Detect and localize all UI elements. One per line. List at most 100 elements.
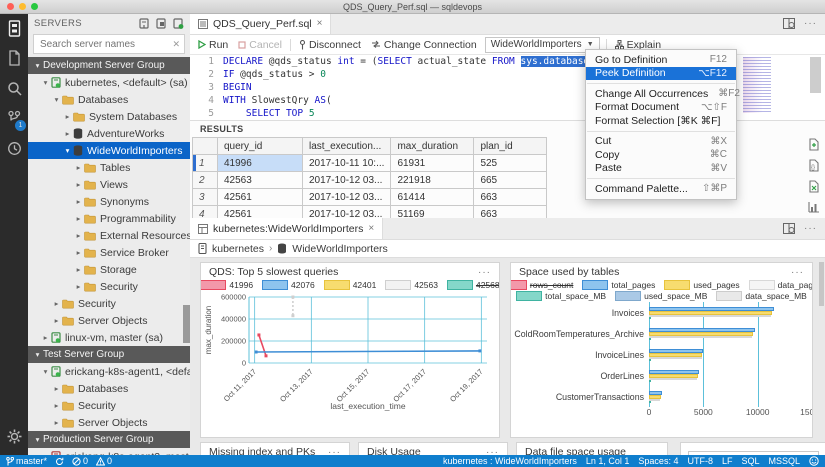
tree-item[interactable]: ▸Synonyms: [28, 193, 190, 210]
menu-item[interactable]: Paste⌘V: [586, 162, 736, 176]
tree-item[interactable]: ▸linux-vm, master (sa): [28, 329, 190, 346]
legend-item[interactable]: used_pages: [664, 280, 739, 290]
sync-status-item[interactable]: [55, 457, 64, 466]
legend-item[interactable]: used_space_MB: [615, 291, 707, 301]
tree-item[interactable]: ▸System Databases: [28, 108, 190, 125]
save-as-excel-icon[interactable]: [808, 180, 820, 193]
database-dropdown[interactable]: WideWorldImporters ▼: [485, 37, 600, 53]
tree-item[interactable]: ▸erickang-k8s-agent2, master (sa): [28, 448, 190, 455]
tree-item[interactable]: ▾kubernetes, <default> (sa): [28, 74, 190, 91]
tree-item[interactable]: ▸Service Broker: [28, 244, 190, 261]
save-as-json-icon[interactable]: {}: [808, 159, 820, 172]
table-row[interactable]: 2425632017-10-12 03...221918665: [193, 172, 547, 189]
smiley-status-item[interactable]: [809, 456, 819, 466]
panel-menu-icon[interactable]: ···: [478, 267, 491, 278]
settings-gear-icon[interactable]: [0, 423, 28, 449]
more-actions-icon[interactable]: ···: [804, 18, 817, 29]
column-header[interactable]: last_execution...: [303, 138, 391, 155]
legend-item[interactable]: rows_count: [510, 280, 573, 290]
legend-item[interactable]: 42563: [385, 280, 438, 290]
view-as-chart-icon[interactable]: [808, 201, 820, 213]
disconnect-button[interactable]: Disconnect: [297, 39, 363, 51]
menu-item[interactable]: Peek Definition⌥F12: [586, 67, 736, 81]
run-button[interactable]: Run: [196, 39, 230, 51]
server-group-header[interactable]: ▾Production Server Group: [28, 431, 190, 448]
column-header[interactable]: max_duration: [391, 138, 474, 155]
more-actions-icon[interactable]: ···: [804, 223, 817, 234]
table-cell[interactable]: 41996: [218, 155, 303, 172]
tree-item[interactable]: ▸Server Objects: [28, 414, 190, 431]
menu-item[interactable]: Command Palette...⇧⌘P: [586, 182, 736, 196]
tree-item[interactable]: ▸Programmability: [28, 210, 190, 227]
new-connection-icon[interactable]: [139, 18, 150, 29]
server-group-header[interactable]: ▾Development Server Group: [28, 57, 190, 74]
table-row[interactable]: 3425612017-10-12 03...61414663: [193, 189, 547, 206]
table-cell[interactable]: 2017-10-11 10:...: [303, 155, 391, 172]
legend-item[interactable]: 42568: [447, 280, 500, 290]
menu-item[interactable]: Change All Occurrences⌘F2: [586, 87, 736, 101]
source-control-icon[interactable]: 1: [0, 103, 28, 133]
legend-item[interactable]: total_space_MB: [516, 291, 606, 301]
server-group-header[interactable]: ▾Test Server Group: [28, 346, 190, 363]
tree-item[interactable]: ▸Server Objects: [28, 312, 190, 329]
tree-item[interactable]: ▸AdventureWorks: [28, 125, 190, 142]
breadcrumb-database[interactable]: WideWorldImporters: [292, 243, 388, 255]
tree-item[interactable]: ▸Tables: [28, 159, 190, 176]
servers-view-icon[interactable]: [0, 13, 28, 43]
menu-item[interactable]: Cut⌘X: [586, 135, 736, 149]
sidebar-scrollbar[interactable]: [183, 305, 190, 343]
legend-item[interactable]: data_pages: [749, 280, 813, 290]
error-status-item[interactable]: 0: [72, 456, 88, 466]
git-branch-status-item[interactable]: master*: [6, 456, 47, 466]
tree-item[interactable]: ▾Databases: [28, 91, 190, 108]
table-row[interactable]: 1419962017-10-11 10:...61931525: [193, 155, 547, 172]
menu-item[interactable]: Go to DefinitionF12: [586, 53, 736, 67]
tree-item[interactable]: ▸Security: [28, 397, 190, 414]
active-connections-icon[interactable]: [173, 18, 184, 29]
table-cell[interactable]: 2017-10-12 03...: [303, 172, 391, 189]
change-connection-button[interactable]: Change Connection: [369, 39, 479, 51]
column-header[interactable]: plan_id: [474, 138, 547, 155]
table-cell[interactable]: 525: [474, 155, 547, 172]
table-cell[interactable]: 2017-10-12 03...: [303, 189, 391, 206]
row-number[interactable]: 3: [193, 189, 218, 206]
status-item[interactable]: kubernetes : WideWorldImporters: [443, 456, 577, 466]
status-item[interactable]: MSSQL: [768, 456, 800, 466]
status-item[interactable]: Spaces: 4: [638, 456, 678, 466]
row-number[interactable]: 2: [193, 172, 218, 189]
status-item[interactable]: SQL: [741, 456, 759, 466]
status-item[interactable]: Ln 1, Col 1: [586, 456, 630, 466]
server-search-input[interactable]: [38, 38, 172, 51]
split-editor-icon[interactable]: [783, 223, 795, 234]
menu-item[interactable]: Format Document⌥⇧F: [586, 101, 736, 115]
tree-item[interactable]: ▸Views: [28, 176, 190, 193]
legend-item[interactable]: data_space_MB: [716, 291, 806, 301]
search-icon[interactable]: [0, 73, 28, 103]
tree-item[interactable]: ▸Storage: [28, 261, 190, 278]
table-cell[interactable]: 42561: [218, 189, 303, 206]
tree-item[interactable]: ▸Databases: [28, 380, 190, 397]
save-as-csv-icon[interactable]: [808, 138, 820, 151]
breadcrumb-server[interactable]: kubernetes: [212, 243, 264, 255]
tab-kubernetes-wideworldimporters[interactable]: kubernetes:WideWorldImporters ×: [190, 218, 383, 239]
close-tab-icon[interactable]: ×: [317, 18, 323, 29]
legend-item[interactable]: total_pages: [582, 280, 655, 290]
dashboard-scrollbar[interactable]: [819, 262, 824, 306]
minimap[interactable]: [743, 57, 771, 113]
table-cell[interactable]: 221918: [391, 172, 474, 189]
menu-item[interactable]: Format Selection [⌘K ⌘F]: [586, 114, 736, 128]
tree-item[interactable]: ▾erickang-k8s-agent1, <default> (sa): [28, 363, 190, 380]
close-tab-icon[interactable]: ×: [368, 223, 374, 234]
panel-menu-icon[interactable]: ···: [791, 267, 804, 278]
table-cell[interactable]: 665: [474, 172, 547, 189]
table-cell[interactable]: 61414: [391, 189, 474, 206]
task-history-file-icon[interactable]: [0, 43, 28, 73]
history-clock-icon[interactable]: [0, 133, 28, 163]
table-cell[interactable]: 42563: [218, 172, 303, 189]
status-item[interactable]: UTF-8: [687, 456, 713, 466]
warning-status-item[interactable]: 0: [96, 456, 112, 466]
tree-item[interactable]: ▸External Resources: [28, 227, 190, 244]
table-cell[interactable]: 61931: [391, 155, 474, 172]
tree-item[interactable]: ▸Security: [28, 295, 190, 312]
column-header[interactable]: query_id: [218, 138, 303, 155]
